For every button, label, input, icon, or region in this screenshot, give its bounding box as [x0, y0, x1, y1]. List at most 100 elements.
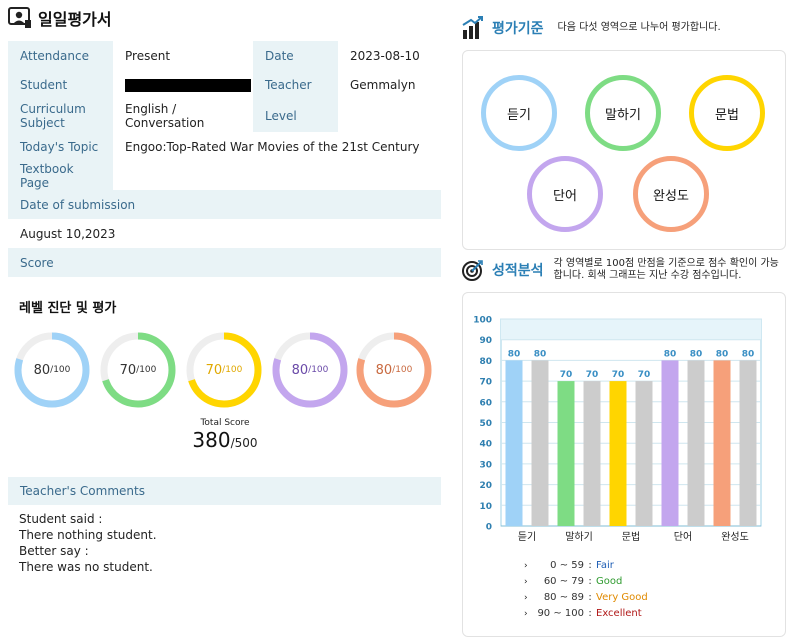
- ring-score: 80: [33, 362, 51, 378]
- legend-range: 90 ~ 100: [537, 608, 584, 619]
- y-tick-label: 100: [473, 316, 492, 326]
- y-tick-label: 0: [486, 523, 492, 533]
- score-ring-completeness: 80/100: [355, 331, 433, 409]
- textbook-label: Textbook Page: [8, 161, 113, 190]
- comment-line: There nothing student.: [19, 528, 157, 542]
- y-tick-label: 30: [479, 460, 492, 470]
- comment-line: Student said :: [19, 512, 103, 526]
- bar-current: [505, 360, 523, 526]
- ring-max: /100: [308, 365, 329, 375]
- criteria-completeness: 완성도: [633, 156, 709, 232]
- bar-current: [661, 360, 679, 526]
- submission-value: August 10,2023: [8, 219, 441, 248]
- legend-grade: Fair: [596, 560, 614, 571]
- x-category-label: 듣기: [518, 531, 536, 543]
- ring-max: /100: [392, 365, 413, 375]
- legend-row: › 80 ~ 89 : Very Good: [524, 590, 648, 606]
- criteria-listening: 듣기: [481, 75, 557, 151]
- legend-separator: :: [588, 592, 592, 603]
- bar-previous: [531, 360, 549, 526]
- student-value: [113, 70, 253, 99]
- legend-row: › 90 ~ 100 : Excellent: [524, 606, 648, 622]
- level-value: [338, 99, 441, 132]
- criteria-heading: 평가기준 다음 다섯 영역으로 나누어 평가합니다.: [462, 16, 721, 40]
- score-ring-listening: 80/100: [13, 331, 91, 409]
- score-label: Score: [8, 248, 441, 277]
- curriculum-value: English / Conversation: [113, 99, 253, 132]
- comments-label: Teacher's Comments: [8, 477, 441, 505]
- target-icon: [462, 260, 483, 281]
- evaluation-heading: 레벨 진단 및 평가: [19, 301, 117, 316]
- y-tick-label: 80: [479, 357, 492, 367]
- score-bar-chart: 0 10 20 30 40 50 60 70 80 90 100 80 80 듣기 70 70 말하기 70 70 문…: [473, 316, 762, 543]
- bar-value-label: 80: [508, 349, 521, 359]
- topic-label: Today's Topic: [8, 132, 113, 161]
- y-tick-label: 70: [479, 378, 492, 388]
- bullet-icon: ›: [524, 609, 528, 619]
- analysis-description: 각 영역별로 100점 만점을 기준으로 점수 확인이 가능 합니다. 회색 그…: [554, 258, 779, 282]
- ring-score: 70: [119, 362, 137, 378]
- legend-row: › 60 ~ 79 : Good: [524, 574, 648, 590]
- analysis-title: 성적분석: [492, 263, 544, 279]
- analysis-description-line: 합니다. 회색 그래프는 지난 수강 점수입니다.: [553, 270, 742, 281]
- analysis-description-line: 각 영역별로 100점 만점을 기준으로 점수 확인이 가능: [553, 258, 779, 269]
- ring-score: 80: [291, 362, 309, 378]
- redacted-name: [125, 78, 251, 92]
- criteria-description: 다음 다섯 영역으로 나누어 평가합니다.: [557, 22, 721, 33]
- legend-grade: Excellent: [596, 608, 642, 619]
- total-score-label: Total Score: [200, 418, 250, 428]
- legend-range: 80 ~ 89: [543, 592, 584, 603]
- y-tick-label: 20: [479, 481, 492, 491]
- legend-separator: :: [588, 576, 592, 587]
- comment-line: Better say :: [19, 544, 89, 558]
- bar-value-label: 80: [664, 349, 677, 359]
- bar-value-label: 70: [586, 370, 599, 380]
- date-label: Date: [253, 41, 338, 70]
- bar-current: [713, 360, 731, 526]
- y-tick-label: 40: [479, 440, 492, 450]
- legend-separator: :: [588, 608, 592, 619]
- report-icon: [8, 7, 31, 28]
- bar-value-label: 80: [742, 349, 755, 359]
- total-score-max: /500: [230, 436, 258, 450]
- score-ring-speaking: 70/100: [99, 331, 177, 409]
- legend-separator: :: [588, 560, 592, 571]
- bar-value-label: 80: [716, 349, 729, 359]
- bar-value-label: 70: [560, 370, 573, 380]
- y-tick-label: 90: [479, 336, 492, 346]
- total-score-value: 380: [192, 428, 231, 452]
- bar-value-label: 80: [534, 349, 547, 359]
- level-label: Level: [253, 99, 338, 132]
- bullet-icon: ›: [524, 577, 528, 587]
- y-tick-label: 50: [479, 419, 492, 429]
- teacher-label: Teacher: [253, 70, 338, 99]
- page-title-text: 일일평가서: [38, 10, 112, 29]
- legend-range: 60 ~ 79: [543, 576, 584, 587]
- bullet-icon: ›: [524, 561, 528, 571]
- analysis-heading: 성적분석 각 영역별로 100점 만점을 기준으로 점수 확인이 가능 합니다.…: [462, 258, 779, 282]
- student-label: Student: [8, 70, 113, 99]
- criteria-panel: 듣기 말하기 문법 단어 완성도: [462, 50, 786, 250]
- criteria-grammar: 문법: [689, 75, 765, 151]
- x-category-label: 말하기: [565, 530, 593, 543]
- ring-max: /100: [50, 365, 71, 375]
- bar-chart-icon: [462, 16, 483, 39]
- topic-value: Engoo:Top-Rated War Movies of the 21st C…: [113, 132, 441, 161]
- criteria-title: 평가기준: [492, 21, 544, 37]
- bar-previous: [687, 360, 705, 526]
- ring-max: /100: [136, 365, 157, 375]
- bar-value-label: 70: [612, 370, 625, 380]
- lesson-info-table: Attendance Present Date 2023-08-10 Stude…: [8, 41, 441, 277]
- attendance-value: Present: [113, 41, 253, 70]
- ring-score: 80: [375, 362, 393, 378]
- comment-line: There was no student.: [19, 560, 153, 574]
- y-tick-label: 10: [479, 502, 492, 512]
- bar-previous: [583, 381, 601, 526]
- legend-grade: Very Good: [596, 592, 648, 603]
- teacher-value: Gemmalyn: [338, 70, 441, 99]
- submission-label: Date of submission: [8, 190, 441, 219]
- ring-max: /100: [222, 365, 243, 375]
- bar-current: [609, 381, 627, 526]
- legend-range: 0 ~ 59: [550, 560, 584, 571]
- bar-previous: [739, 360, 757, 526]
